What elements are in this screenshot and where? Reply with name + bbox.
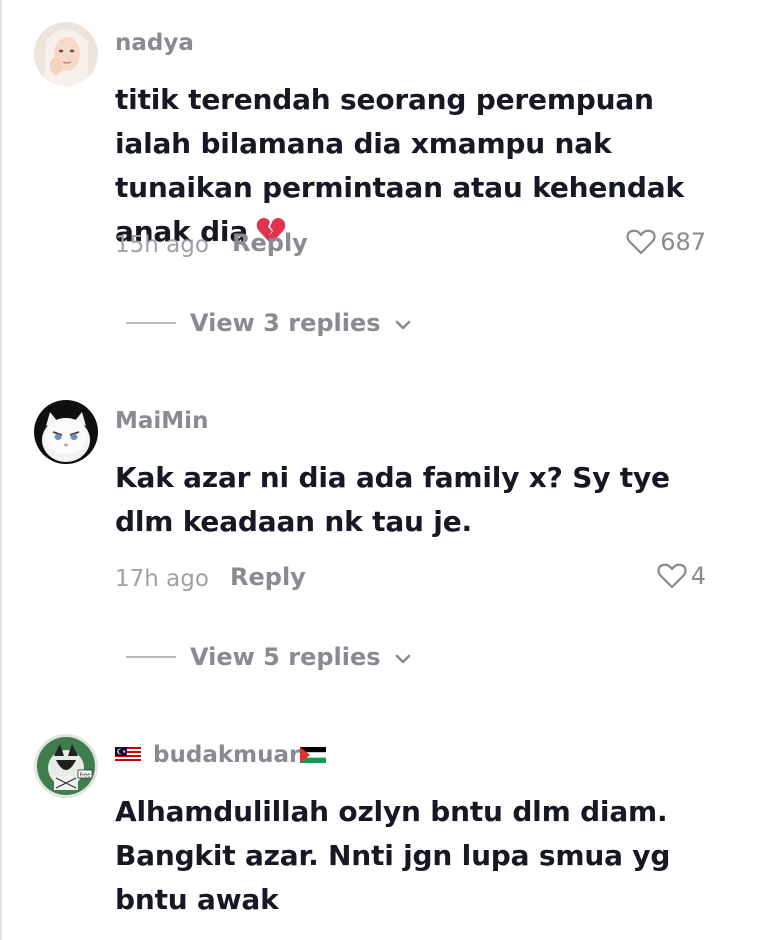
chevron-down-icon	[395, 309, 411, 337]
view-replies-button[interactable]: View 3 replies	[126, 309, 411, 337]
avatar-badge-text: Free	[80, 773, 91, 779]
replies-divider	[126, 656, 176, 658]
left-divider	[0, 0, 2, 940]
avatar[interactable]	[34, 400, 98, 464]
reply-button[interactable]: Reply	[230, 563, 306, 591]
view-replies-label: View 3 replies	[190, 309, 381, 337]
comment-timestamp: 17h ago	[115, 566, 209, 592]
chevron-down-icon	[395, 643, 411, 671]
replies-divider	[126, 322, 176, 324]
heart-outline-icon	[657, 563, 687, 589]
avatar[interactable]: Free	[34, 734, 98, 798]
comment-text: Alhamdulillah ozlyn bntu dlm diam. Bangk…	[115, 795, 671, 916]
comment-username[interactable]: nadya	[115, 30, 194, 56]
comment-text-content: titik terendah seorang perempuan ialah b…	[115, 83, 684, 248]
like-count: 4	[690, 562, 706, 590]
comment-timestamp: 15h ago	[115, 232, 209, 258]
heart-outline-icon	[626, 229, 656, 255]
comment-text: titik terendah seorang perempuan ialah b…	[115, 78, 705, 258]
comment-username[interactable]: budakmuar	[115, 742, 327, 769]
view-replies-label: View 5 replies	[190, 643, 381, 671]
like-button[interactable]: 4	[657, 562, 706, 590]
view-replies-button[interactable]: View 5 replies	[126, 643, 411, 671]
like-button[interactable]: 687	[626, 228, 706, 256]
reply-button[interactable]: Reply	[232, 229, 308, 257]
like-count: 687	[660, 228, 706, 256]
palestine-flag-icon	[300, 743, 327, 769]
comment-text: Kak azar ni dia ada family x? Sy tye dlm…	[115, 461, 670, 538]
avatar[interactable]	[34, 22, 98, 86]
malaysia-flag-icon	[115, 743, 141, 769]
comment-username-text: budakmuar	[153, 742, 301, 768]
comment-username[interactable]: MaiMin	[115, 408, 208, 434]
